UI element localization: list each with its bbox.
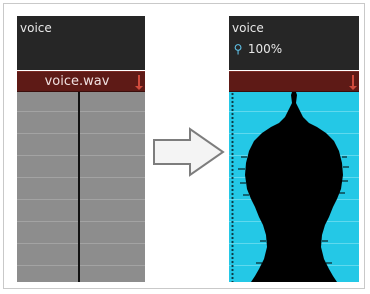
layer-header[interactable]: voice (17, 16, 145, 70)
frame-divider (17, 177, 145, 178)
layer-name: voice (232, 21, 264, 35)
sound-clip-bar[interactable] (229, 71, 359, 92)
frame-divider (17, 111, 145, 112)
waveform-track[interactable] (229, 71, 359, 282)
sound-layer-collapsed: voice voice.wav (17, 16, 145, 282)
playhead-line[interactable] (78, 91, 80, 282)
audio-waveform (238, 71, 349, 282)
zoom-level: 100% (247, 42, 283, 56)
layer-header[interactable]: voice ⚲ 100% (229, 16, 359, 70)
clip-name: voice.wav (44, 74, 110, 89)
frame-divider (17, 265, 145, 266)
frame-divider (17, 133, 145, 134)
zoom-control[interactable]: ⚲ 100% (232, 42, 283, 56)
sound-layer-expanded: voice ⚲ 100% (229, 16, 359, 282)
frame-divider (17, 243, 145, 244)
right-arrow-icon (153, 127, 225, 177)
sound-track[interactable]: voice.wav (17, 71, 145, 282)
magnifier-icon: ⚲ (233, 42, 243, 56)
frame-divider (17, 199, 145, 200)
layer-name: voice (20, 21, 52, 35)
frame-divider (17, 221, 145, 222)
clip-end-marker-icon[interactable] (135, 75, 143, 90)
frame-divider (17, 155, 145, 156)
clip-end-marker-icon[interactable] (349, 75, 357, 90)
sound-clip-bar[interactable]: voice.wav (17, 71, 145, 92)
